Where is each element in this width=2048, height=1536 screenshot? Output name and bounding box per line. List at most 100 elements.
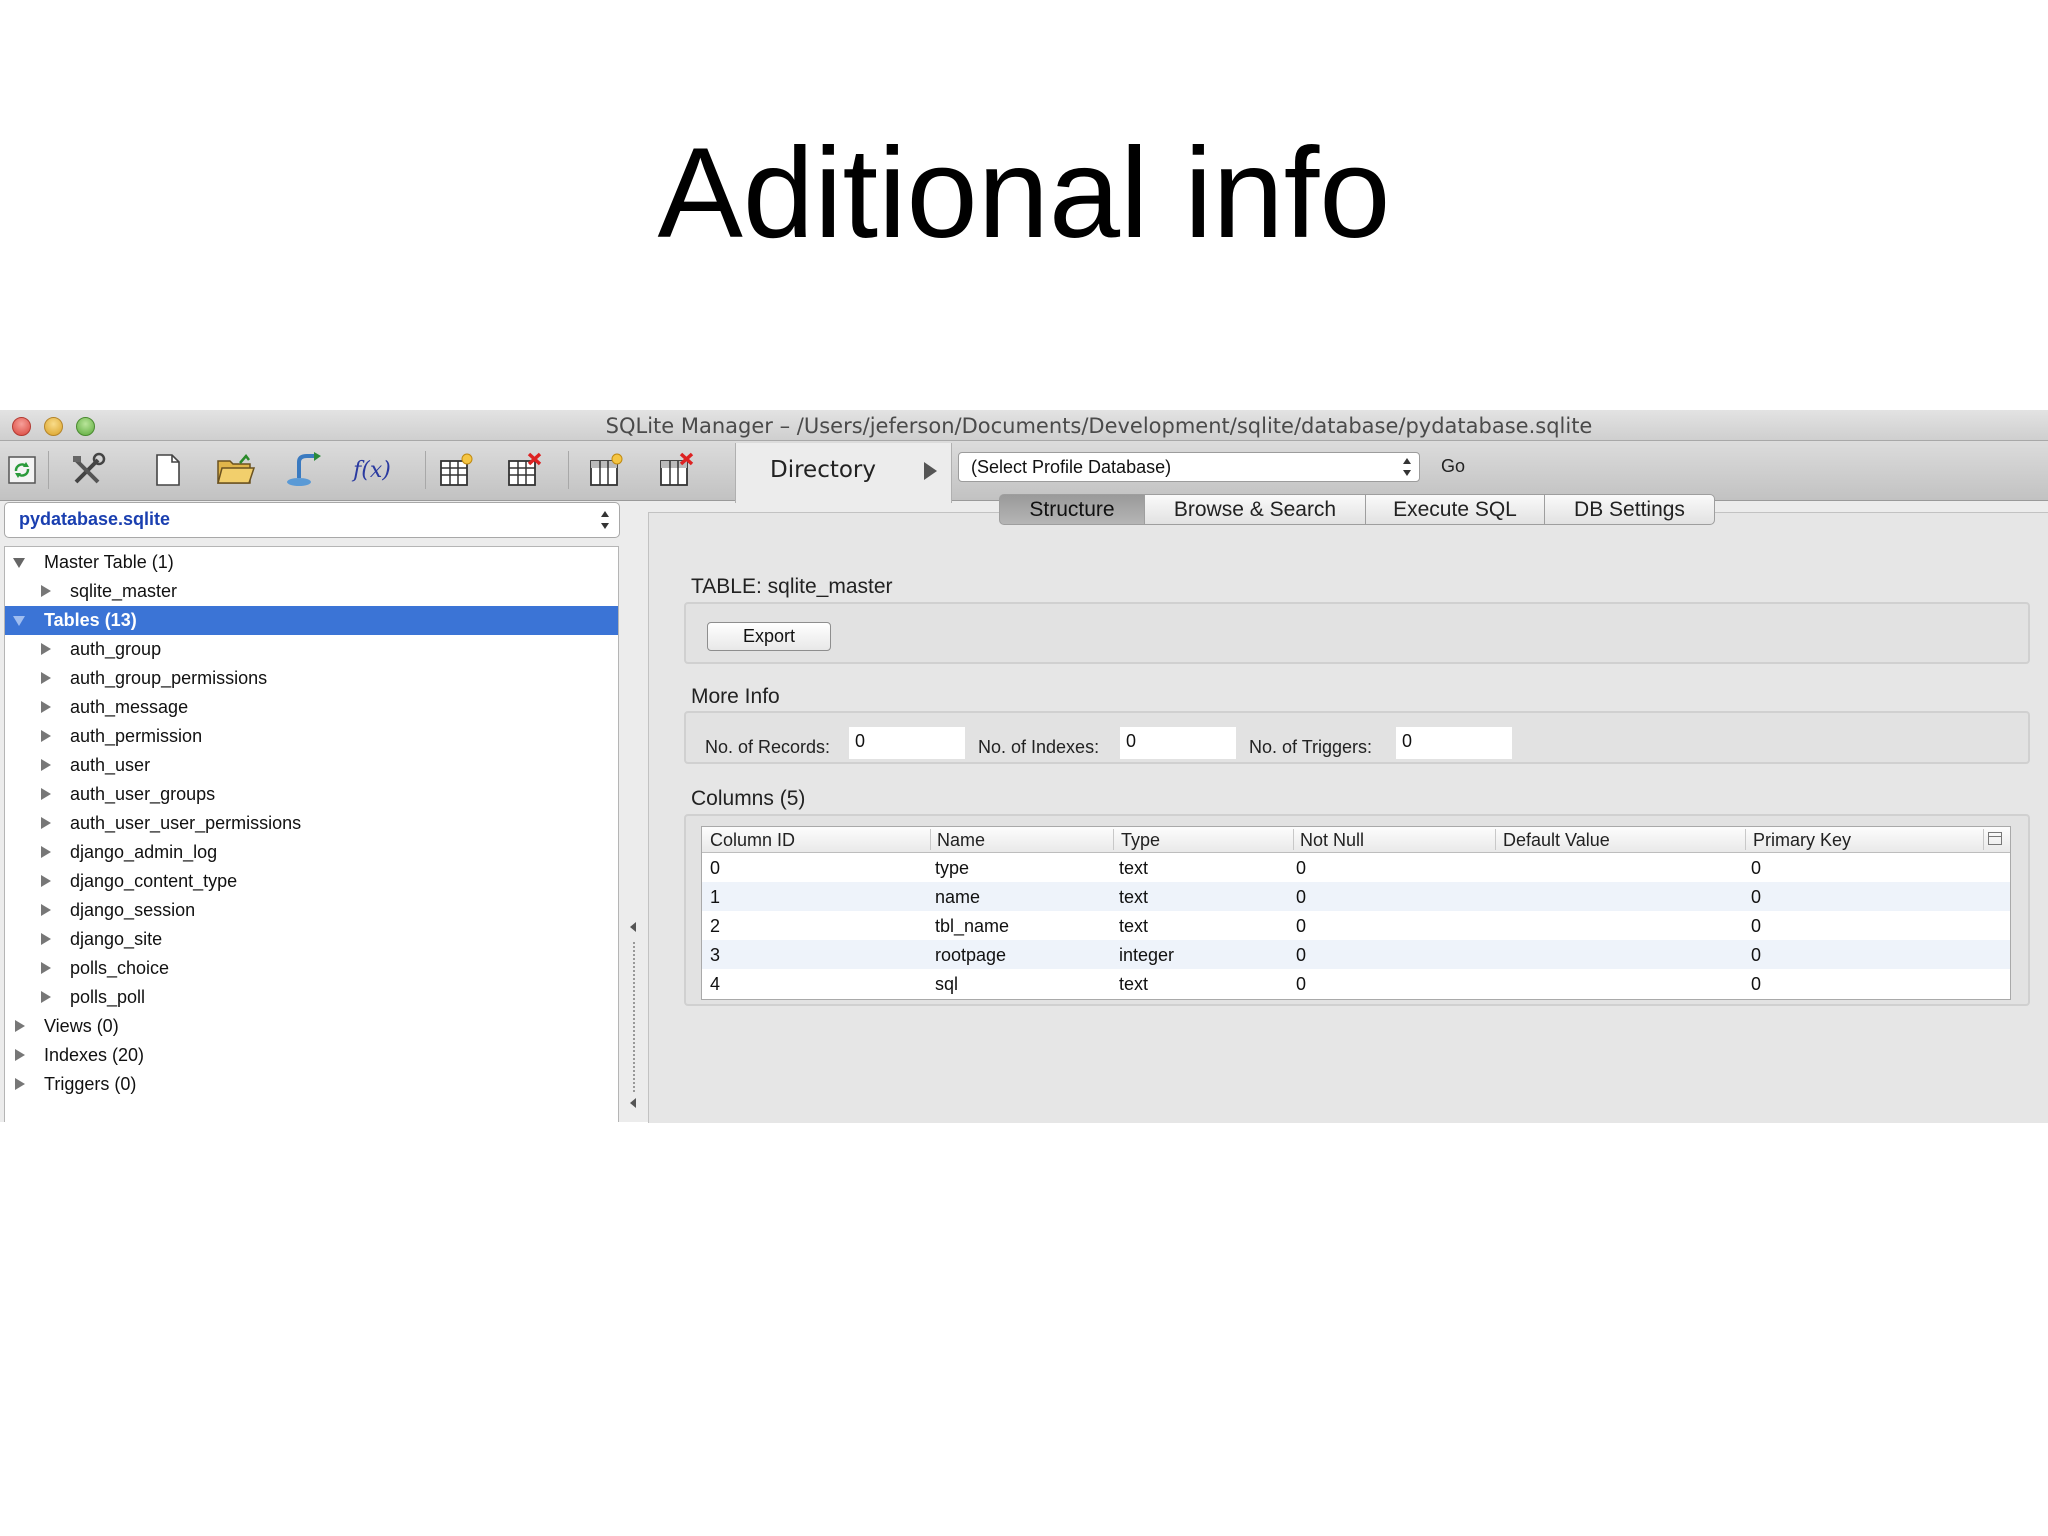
- new-database-icon[interactable]: [148, 451, 188, 489]
- collapsed-triangle-icon[interactable]: [41, 846, 51, 858]
- tab-db-settings[interactable]: DB Settings: [1544, 494, 1715, 525]
- table-cell: 0: [1296, 945, 1307, 965]
- tree-label: auth_user: [70, 755, 151, 775]
- table-actions-box: [684, 602, 2030, 664]
- collapsed-triangle-icon[interactable]: [41, 643, 51, 655]
- table-row[interactable]: 2 tbl_name text 0 0: [702, 911, 2010, 940]
- tree-label: sqlite_master: [70, 581, 178, 601]
- tree-item-sqlite-master[interactable]: sqlite_master: [5, 577, 618, 606]
- expanded-triangle-icon[interactable]: [13, 558, 25, 568]
- pane-splitter[interactable]: [621, 502, 646, 1122]
- tree-item-table[interactable]: auth_permission: [5, 722, 618, 751]
- refresh-icon[interactable]: [2, 451, 42, 489]
- collapsed-triangle-icon[interactable]: [41, 904, 51, 916]
- collapsed-triangle-icon[interactable]: [15, 1049, 25, 1061]
- collapsed-triangle-icon[interactable]: [15, 1078, 25, 1090]
- tree-item-table[interactable]: auth_user_user_permissions: [5, 809, 618, 838]
- table-cell: 2: [710, 916, 721, 936]
- tree-item-table[interactable]: auth_user: [5, 751, 618, 780]
- create-table-icon[interactable]: [436, 451, 476, 489]
- drop-table-icon[interactable]: [504, 451, 544, 489]
- profile-database-select[interactable]: (Select Profile Database): [958, 452, 1420, 482]
- triggers-field[interactable]: 0: [1396, 727, 1512, 759]
- table-row[interactable]: 4 sql text 0 0: [702, 969, 2010, 998]
- tree-item-table[interactable]: django_content_type: [5, 867, 618, 896]
- tree-label: Views (0): [44, 1016, 119, 1036]
- table-row[interactable]: 0 type text 0 0: [702, 853, 2010, 882]
- tab-browse-search[interactable]: Browse & Search: [1144, 494, 1366, 525]
- column-header[interactable]: Name: [937, 830, 985, 851]
- collapsed-triangle-icon[interactable]: [15, 1020, 25, 1032]
- tree-item-table[interactable]: django_site: [5, 925, 618, 954]
- tree-item-table[interactable]: auth_user_groups: [5, 780, 618, 809]
- tab-structure[interactable]: Structure: [999, 494, 1145, 525]
- table-cell: 0: [1296, 887, 1307, 907]
- indexes-field[interactable]: 0: [1120, 727, 1236, 759]
- tree-item-table[interactable]: auth_message: [5, 693, 618, 722]
- collapsed-triangle-icon[interactable]: [41, 962, 51, 974]
- tree-master-table[interactable]: Master Table (1): [5, 548, 618, 577]
- collapsed-triangle-icon[interactable]: [41, 730, 51, 742]
- more-info-label: More Info: [691, 685, 780, 708]
- table-cell: 4: [710, 974, 721, 994]
- records-field[interactable]: 0: [849, 727, 965, 759]
- tree-label: auth_user_user_permissions: [70, 813, 302, 833]
- collapsed-triangle-icon[interactable]: [41, 585, 51, 597]
- tree-item-table[interactable]: polls_poll: [5, 983, 618, 1012]
- tree-label: Triggers (0): [44, 1074, 137, 1094]
- tree-label: auth_permission: [70, 726, 203, 746]
- go-button[interactable]: Go: [1441, 456, 1465, 477]
- column-header[interactable]: Default Value: [1503, 830, 1610, 851]
- table-row[interactable]: 1 name text 0 0: [702, 882, 2010, 911]
- create-index-icon[interactable]: [586, 451, 626, 489]
- tab-execute-sql[interactable]: Execute SQL: [1365, 494, 1545, 525]
- collapsed-triangle-icon[interactable]: [41, 817, 51, 829]
- table-cell: text: [1119, 974, 1149, 994]
- collapsed-triangle-icon[interactable]: [41, 701, 51, 713]
- export-button[interactable]: Export: [707, 622, 831, 651]
- table-cell: text: [1119, 887, 1149, 907]
- table-cell: rootpage: [935, 945, 1007, 965]
- tree-views[interactable]: Views (0): [5, 1012, 618, 1041]
- collapse-arrow-icon[interactable]: [630, 1098, 636, 1108]
- directory-tab[interactable]: Directory: [735, 443, 952, 503]
- column-header[interactable]: Column ID: [710, 830, 795, 851]
- tree-item-table[interactable]: polls_choice: [5, 954, 618, 983]
- tree-label: Indexes (20): [44, 1045, 145, 1065]
- tree-label: auth_group_permissions: [70, 668, 268, 688]
- tree-item-table[interactable]: auth_group_permissions: [5, 664, 618, 693]
- tree-item-table[interactable]: django_admin_log: [5, 838, 618, 867]
- tree-item-table[interactable]: django_session: [5, 896, 618, 925]
- tree-triggers[interactable]: Triggers (0): [5, 1070, 618, 1099]
- collapse-arrow-icon[interactable]: [630, 922, 636, 932]
- table-cell: 1: [710, 887, 721, 907]
- collapsed-triangle-icon[interactable]: [41, 759, 51, 771]
- tree-label: polls_choice: [70, 958, 170, 978]
- tree-label: Master Table (1): [44, 552, 174, 572]
- column-header[interactable]: Not Null: [1300, 830, 1364, 851]
- drop-index-icon[interactable]: [656, 451, 696, 489]
- tree-item-table[interactable]: auth_group: [5, 635, 618, 664]
- directory-arrow-icon[interactable]: [924, 462, 937, 480]
- open-database-icon[interactable]: [216, 451, 256, 489]
- function-icon[interactable]: f(x): [352, 451, 392, 489]
- column-picker-icon[interactable]: [1988, 832, 2002, 845]
- collapsed-triangle-icon[interactable]: [41, 991, 51, 1003]
- tree-label: Tables (13): [44, 610, 137, 630]
- collapsed-triangle-icon[interactable]: [41, 672, 51, 684]
- table-cell: type: [935, 858, 970, 878]
- database-select[interactable]: pydatabase.sqlite: [4, 502, 620, 538]
- table-row[interactable]: 3 rootpage integer 0 0: [702, 940, 2010, 969]
- columns-table-header: Column ID Name Type Not Null Default Val…: [702, 827, 2010, 853]
- tree-label: auth_message: [70, 697, 189, 717]
- collapsed-triangle-icon[interactable]: [41, 788, 51, 800]
- column-header[interactable]: Primary Key: [1753, 830, 1851, 851]
- column-header[interactable]: Type: [1121, 830, 1160, 851]
- collapsed-triangle-icon[interactable]: [41, 875, 51, 887]
- import-icon[interactable]: [284, 451, 324, 489]
- collapsed-triangle-icon[interactable]: [41, 933, 51, 945]
- tree-indexes[interactable]: Indexes (20): [5, 1041, 618, 1070]
- tree-tables[interactable]: Tables (13): [5, 606, 618, 635]
- expanded-triangle-icon[interactable]: [13, 616, 25, 626]
- tools-icon[interactable]: [68, 451, 108, 489]
